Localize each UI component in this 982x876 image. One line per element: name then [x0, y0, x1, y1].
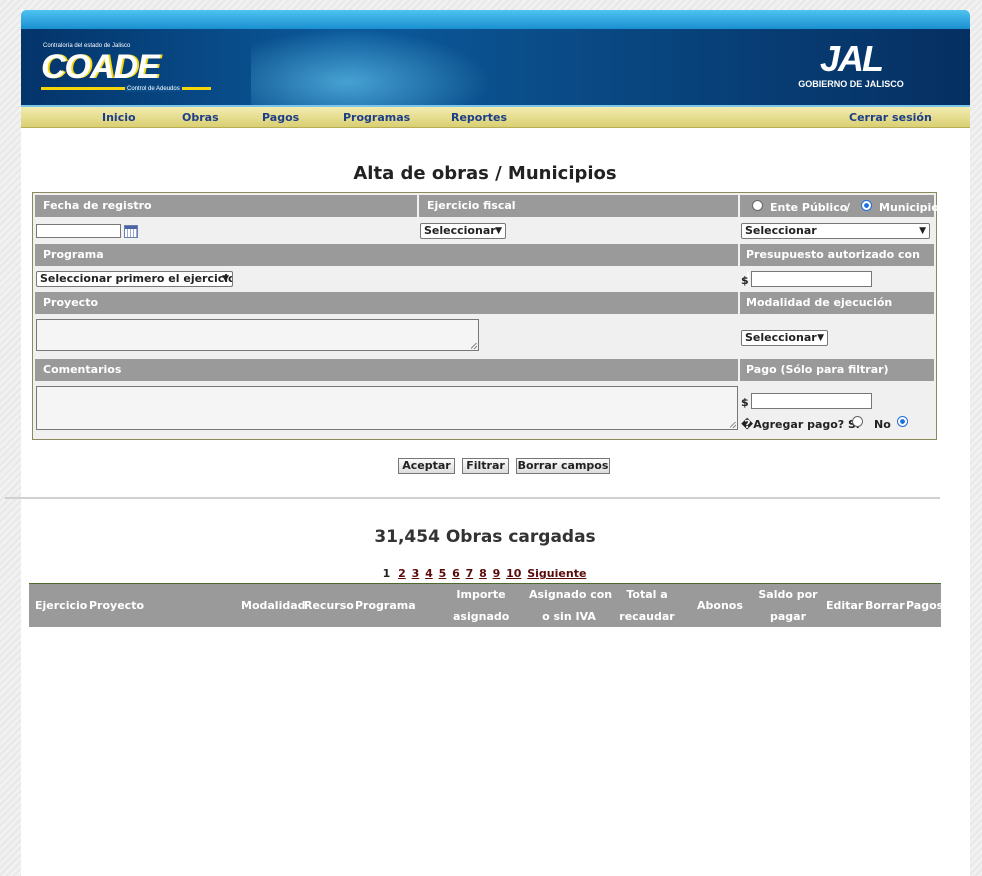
col-borrar: Borrar — [865, 599, 905, 612]
page-title: Alta de obras / Municipios — [353, 163, 617, 184]
fecha-registro-header: Fecha de registro — [35, 195, 417, 217]
col-asignado-line1: Asignado con — [529, 588, 613, 601]
coade-logo: Contraloría del estado de Jalisco COADE … — [41, 43, 211, 95]
col-editar: Editar — [826, 599, 864, 612]
pager-page-2[interactable]: 2 — [398, 567, 406, 580]
modalidad-select-value: Seleccionar — [745, 331, 817, 344]
pager-page-9[interactable]: 9 — [493, 567, 501, 580]
coade-logo-subtitle: Control de Adeudos — [125, 86, 182, 92]
comentarios-header: Comentarios — [35, 359, 738, 381]
modalidad-select[interactable]: Seleccionar ▼ — [741, 330, 828, 346]
obra-form: Fecha de registro Ejercicio fiscal Ente … — [32, 192, 939, 440]
col-programa: Programa — [355, 599, 416, 612]
col-importe-line1: Importe — [456, 588, 506, 601]
ente-publico-label: Ente Público — [770, 201, 848, 214]
filtrar-button[interactable]: Filtrar — [462, 458, 509, 474]
pager-page-5[interactable]: 5 — [439, 567, 447, 580]
col-ejercicio: Ejercicio — [35, 599, 88, 612]
nav-cerrar-sesion[interactable]: Cerrar sesión — [849, 111, 932, 124]
table-body-empty — [29, 627, 941, 866]
section-divider — [5, 497, 940, 499]
main-nav: Inicio Obras Pagos Programas Reportes Ce… — [21, 107, 970, 128]
agregar-pago-no-label: No — [874, 418, 891, 431]
pager-page-3[interactable]: 3 — [412, 567, 420, 580]
municipio-radio[interactable] — [861, 200, 872, 211]
pager-next[interactable]: Siguiente — [527, 567, 586, 580]
obras-count-title: 31,454 Obras cargadas — [374, 527, 596, 547]
municipio-select[interactable]: Seleccionar ▼ — [741, 223, 930, 239]
borrar-campos-button[interactable]: Borrar campos — [516, 458, 610, 474]
presupuesto-input[interactable] — [751, 271, 872, 287]
col-importe-line2: asignado — [453, 610, 510, 623]
pager-current-page: 1 — [382, 567, 391, 580]
nav-pagos[interactable]: Pagos — [262, 111, 299, 124]
calendar-icon[interactable] — [124, 225, 138, 238]
jal-logo-subtitle: GOBIERNO DE JALISCO — [798, 79, 904, 89]
nav-reportes[interactable]: Reportes — [451, 111, 507, 124]
ejercicio-fiscal-value: Seleccionar — [424, 224, 496, 237]
pagination: 1 2 3 4 5 6 7 8 9 10 Siguiente — [0, 567, 970, 580]
col-recurso: Recurso — [304, 599, 354, 612]
jal-logo-text: JAL — [819, 38, 884, 79]
obras-table-header: Ejercicio Proyecto Modalidad Recurso Pro… — [29, 583, 944, 628]
col-asignado-line2: o sin IVA — [542, 610, 596, 623]
pager-page-6[interactable]: 6 — [452, 567, 460, 580]
aceptar-button[interactable]: Aceptar — [398, 458, 455, 474]
chevron-down-icon: ▼ — [919, 226, 926, 236]
col-modalidad: Modalidad — [241, 599, 306, 612]
header-banner: Contraloría del estado de Jalisco COADE … — [21, 29, 970, 107]
ente-publico-radio[interactable] — [752, 200, 763, 211]
chevron-down-icon: ▼ — [495, 226, 502, 236]
municipio-select-value: Seleccionar — [745, 224, 817, 237]
pager-page-4[interactable]: 4 — [425, 567, 433, 580]
programa-select-value: Seleccionar primero el ejercicio — [40, 272, 233, 285]
nav-programas[interactable]: Programas — [343, 111, 410, 124]
comentarios-textarea[interactable] — [36, 386, 738, 430]
col-pagos: Pagos — [906, 599, 944, 612]
pager-page-8[interactable]: 8 — [479, 567, 487, 580]
nav-inicio[interactable]: Inicio — [102, 111, 136, 124]
modalidad-header: Modalidad de ejecución — [740, 292, 934, 314]
jalisco-logo: JAL GOBIERNO DE JALISCO — [795, 39, 907, 97]
chevron-down-icon: ▼ — [222, 274, 229, 284]
programa-select[interactable]: Seleccionar primero el ejercicio ▼ — [36, 271, 233, 287]
ejercicio-fiscal-select[interactable]: Seleccionar ▼ — [420, 223, 506, 239]
chevron-down-icon: ▼ — [817, 333, 824, 343]
agregar-pago-no-radio[interactable] — [897, 416, 908, 427]
nav-obras[interactable]: Obras — [182, 111, 219, 124]
proyecto-textarea[interactable] — [36, 319, 479, 351]
pago-currency: $ — [741, 396, 749, 409]
col-saldo-line1: Saldo por — [758, 588, 818, 601]
col-total-line2: recaudar — [619, 610, 675, 623]
programa-header: Programa — [35, 244, 738, 266]
presupuesto-currency: $ — [741, 274, 749, 287]
col-saldo-line2: pagar — [769, 610, 807, 623]
ente-separator: / — [846, 201, 851, 214]
agregar-pago-si-radio[interactable] — [852, 416, 863, 427]
pager-page-10[interactable]: 10 — [506, 567, 521, 580]
col-abonos: Abonos — [697, 599, 743, 612]
pago-input[interactable] — [751, 393, 872, 409]
proyecto-header: Proyecto — [35, 292, 738, 314]
top-bar — [21, 10, 970, 29]
ejercicio-fiscal-header: Ejercicio fiscal — [419, 195, 738, 217]
col-total-line1: Total a — [626, 588, 668, 601]
col-proyecto: Proyecto — [89, 599, 145, 612]
pago-header: Pago (Sólo para filtrar) — [740, 359, 934, 381]
pager-page-7[interactable]: 7 — [466, 567, 474, 580]
agregar-pago-label: �Agregar pago? Sí — [741, 418, 860, 431]
fecha-registro-input[interactable] — [36, 224, 121, 238]
coade-logo-text: COADE — [41, 48, 160, 86]
municipio-label: Municipio — [879, 201, 939, 214]
presupuesto-header: Presupuesto autorizado con I.V.A. — [740, 244, 934, 283]
